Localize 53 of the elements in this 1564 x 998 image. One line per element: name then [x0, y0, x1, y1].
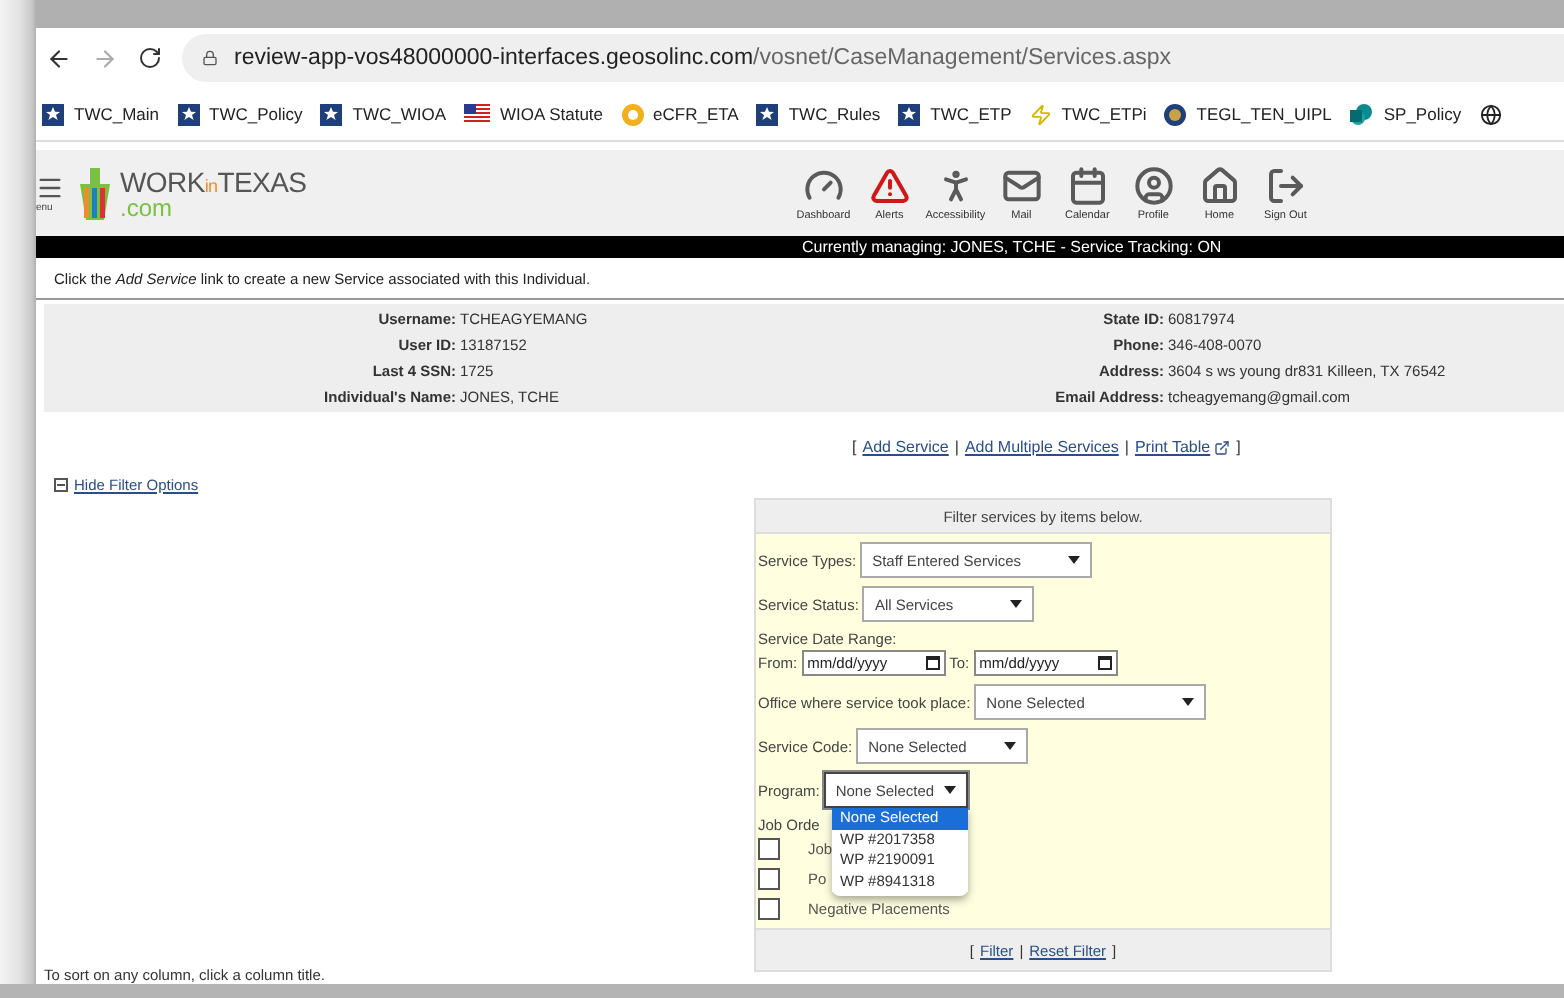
separator: | — [1124, 438, 1129, 456]
star-icon — [756, 103, 779, 125]
bookmark[interactable]: TWC_ETP — [898, 103, 1012, 125]
caret-icon — [1004, 742, 1017, 750]
calendar-icon — [1097, 656, 1112, 670]
managing-bar: Currently managing: JONES, TCHE - Service Tracking: ON — [36, 236, 1564, 258]
cloud-icon — [1349, 103, 1374, 125]
address-bar[interactable]: review-app-vos48000000-interfaces.geosolinc.com/vosnet/CaseManagement/Services.aspx — [182, 34, 1564, 82]
checkbox[interactable] — [758, 838, 780, 860]
checkbox[interactable] — [758, 868, 780, 890]
coin-icon — [621, 103, 644, 125]
bookmark[interactable]: TWC_WIOA — [320, 103, 447, 125]
lock-icon — [202, 50, 218, 66]
back-icon[interactable] — [46, 45, 72, 71]
caret-icon — [1010, 600, 1023, 608]
action-link[interactable]: Add Service — [862, 438, 949, 456]
caret-icon — [943, 786, 956, 794]
star-icon — [177, 103, 200, 125]
collapse-icon[interactable] — [54, 478, 68, 492]
globe-icon — [1479, 103, 1502, 125]
menu-icon[interactable] — [36, 173, 64, 201]
alert-icon — [869, 165, 910, 205]
bookmark[interactable]: TWC_Policy — [177, 103, 303, 125]
logo[interactable]: WORKinTEXAS .com — [72, 163, 307, 223]
sign-out-icon — [1265, 165, 1306, 205]
seal-icon — [1164, 103, 1187, 125]
caret-icon — [1068, 556, 1081, 564]
calendar-icon — [925, 656, 940, 670]
checkbox[interactable] — [758, 898, 780, 920]
bracket: [ — [852, 438, 857, 456]
bookmark[interactable]: TWC_Rules — [756, 103, 881, 125]
profile-icon — [1133, 165, 1174, 205]
bookmark[interactable]: TWC_ETPi — [1029, 103, 1147, 125]
bookmark[interactable]: WIOA Statute — [464, 104, 604, 124]
bookmark[interactable]: SP_Policy — [1349, 103, 1462, 125]
reload-icon[interactable] — [138, 46, 162, 70]
bookmark[interactable]: TEGL_TEN_UIPL — [1164, 103, 1332, 125]
caret-icon — [1182, 698, 1195, 706]
gauge-icon — [803, 165, 844, 205]
bracket: ] — [1236, 438, 1241, 456]
flag-icon — [464, 104, 491, 124]
bookmark[interactable]: TWC_Main — [42, 103, 160, 125]
action-link[interactable]: Add Multiple Services — [964, 438, 1119, 456]
home-icon — [1199, 165, 1240, 205]
star-icon — [898, 103, 921, 125]
separator: | — [954, 438, 959, 456]
mail-icon — [1001, 165, 1042, 205]
star-icon — [320, 103, 343, 125]
star-icon — [42, 103, 64, 125]
calendar-icon — [1067, 165, 1108, 205]
action-link[interactable]: Print Table — [1134, 438, 1231, 456]
bookmark[interactable]: eCFR_ETA — [621, 103, 739, 125]
bolt-icon — [1029, 103, 1052, 125]
